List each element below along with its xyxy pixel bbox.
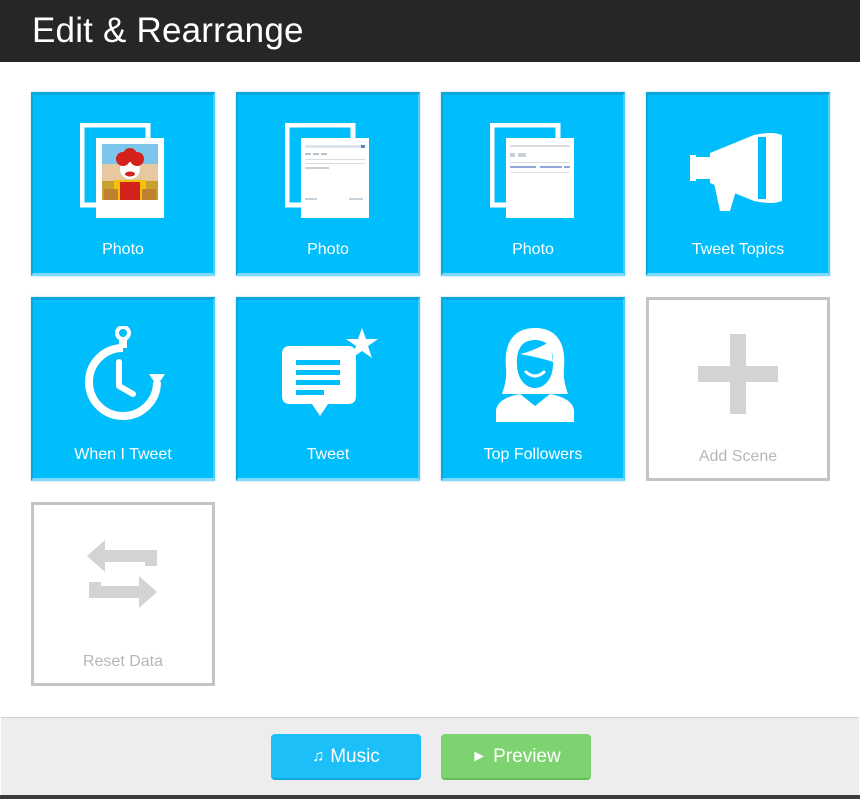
megaphone-icon xyxy=(648,95,828,240)
footer-bar: ♫ Music ► Preview xyxy=(1,717,859,799)
repeat-arrows-icon xyxy=(34,505,212,650)
tile-label: Tweet Topics xyxy=(691,241,785,258)
tile-label: Photo xyxy=(512,241,554,258)
music-button[interactable]: ♫ Music xyxy=(271,734,421,780)
app-header: Edit & Rearrange xyxy=(0,0,860,62)
reset-data-tile[interactable]: Reset Data xyxy=(31,502,215,686)
tile-label: Photo xyxy=(307,241,349,258)
scene-tile-photo-2[interactable]: Photo xyxy=(236,92,420,276)
stopwatch-icon xyxy=(33,300,213,445)
page-title: Edit & Rearrange xyxy=(32,11,304,50)
scene-tile-tweet[interactable]: Tweet xyxy=(236,297,420,481)
tile-label: Photo xyxy=(102,241,144,258)
preview-button[interactable]: ► Preview xyxy=(441,734,591,780)
tile-label: Reset Data xyxy=(82,653,164,670)
tile-label: Top Followers xyxy=(483,446,583,463)
scene-tile-top-followers[interactable]: Top Followers xyxy=(441,297,625,481)
scene-tile-photo-3[interactable]: Photo xyxy=(441,92,625,276)
scene-tile-photo-1[interactable]: Photo xyxy=(31,92,215,276)
plus-icon xyxy=(649,300,827,445)
preview-button-label: Preview xyxy=(493,746,561,767)
music-button-label: Music xyxy=(330,746,380,767)
music-note-icon: ♫ xyxy=(312,748,325,765)
person-icon xyxy=(443,300,623,445)
play-icon: ► xyxy=(471,748,488,765)
photo-stack-icon xyxy=(33,95,213,240)
tile-label: Add Scene xyxy=(698,448,778,465)
add-scene-tile[interactable]: Add Scene xyxy=(646,297,830,481)
speech-bubble-star-icon xyxy=(238,300,418,445)
scene-tile-tweet-topics[interactable]: Tweet Topics xyxy=(646,92,830,276)
footer-edge xyxy=(0,795,860,799)
tile-label: Tweet xyxy=(306,446,350,463)
scene-tile-when-i-tweet[interactable]: When I Tweet xyxy=(31,297,215,481)
tile-label: When I Tweet xyxy=(74,446,172,463)
photo-stack-icon xyxy=(443,95,623,240)
scene-grid: Photo Photo Photo Tweet Topics When I Tw… xyxy=(1,62,859,717)
photo-stack-icon xyxy=(238,95,418,240)
